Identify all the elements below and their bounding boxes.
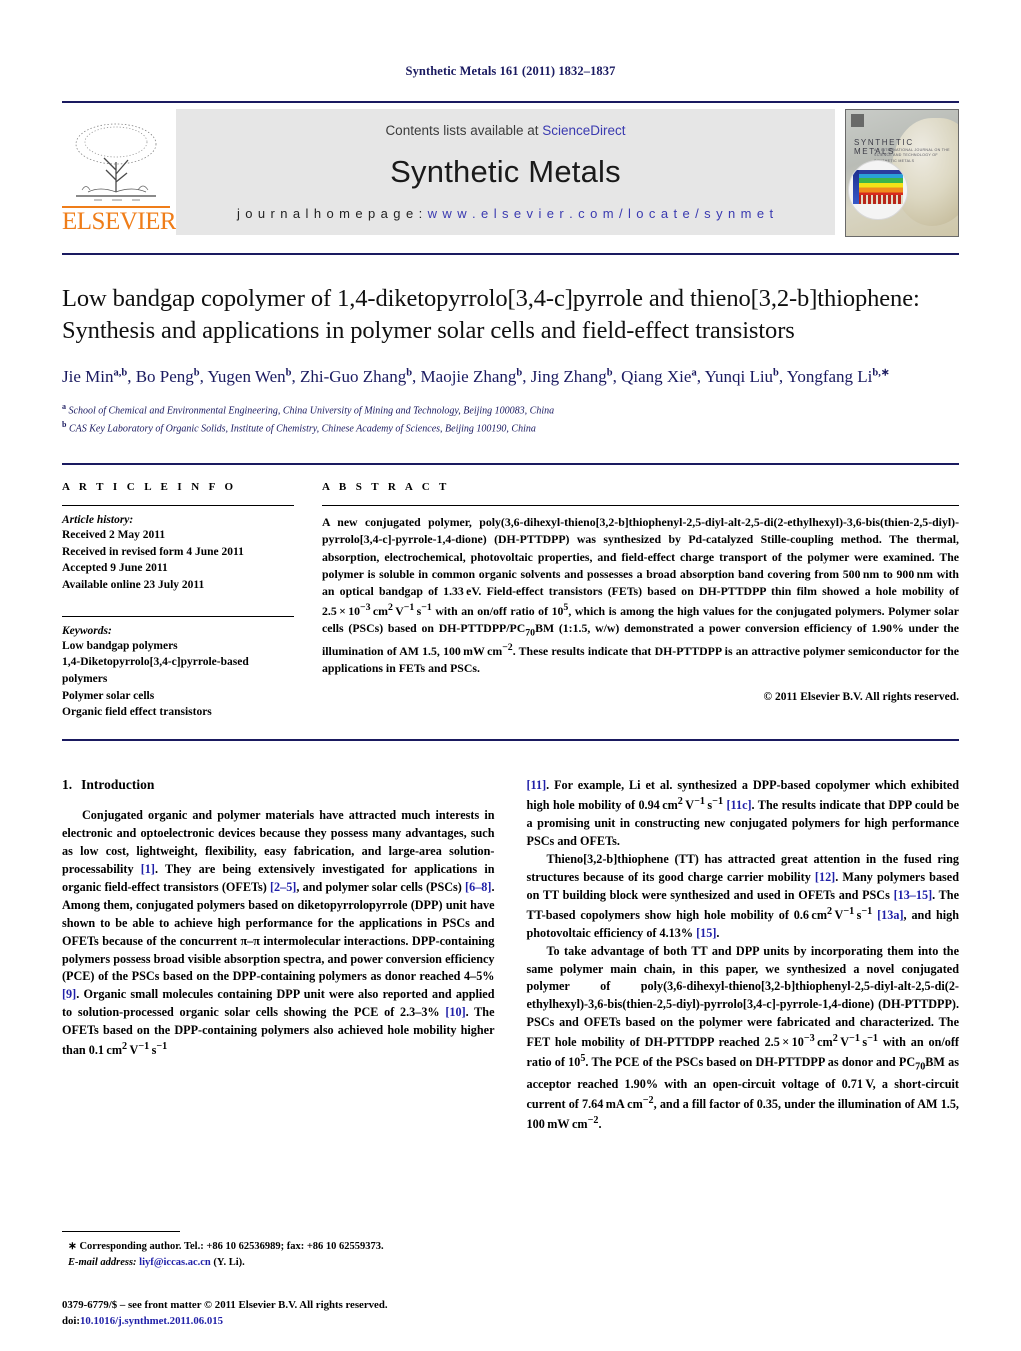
- journal-banner: ELSEVIER Contents lists available at Sci…: [62, 101, 959, 237]
- footnote-area: ∗ Corresponding author. Tel.: +86 10 625…: [62, 1231, 499, 1329]
- homepage-url-link[interactable]: w w w . e l s e v i e r . c o m / l o c …: [428, 206, 774, 221]
- article-info-column: A R T I C L E I N F O Article history: R…: [62, 481, 294, 721]
- elsevier-logo: ELSEVIER: [62, 109, 177, 235]
- cover-publisher-mark: [851, 114, 864, 127]
- keywords-label: Keywords:: [62, 624, 112, 637]
- keywords-block: Keywords: Low bandgap polymers 1,4-Diket…: [62, 615, 294, 721]
- history-online: Available online 23 July 2011: [62, 579, 205, 591]
- cover-blue-bar: [853, 170, 859, 204]
- doi-label: doi:: [62, 1314, 80, 1327]
- article-history-label: Article history:: [62, 513, 134, 526]
- contents-available-line: Contents lists available at ScienceDirec…: [385, 123, 625, 138]
- doi-link[interactable]: 10.1016/j.synthmet.2011.06.015: [80, 1315, 223, 1327]
- elsevier-wordmark: ELSEVIER: [62, 206, 177, 235]
- section-heading-introduction: 1. Introduction: [62, 777, 495, 793]
- abstract-column: A B S T R A C T A new conjugated polymer…: [322, 481, 959, 721]
- cover-inset-circle: [848, 160, 908, 220]
- section-title-text: Introduction: [81, 777, 155, 793]
- email-note: E-mail address: liyf@iccas.ac.cn (Y. Li)…: [62, 1255, 499, 1271]
- history-accepted: Accepted 9 June 2011: [62, 562, 168, 575]
- abstract-heading: A B S T R A C T: [322, 480, 450, 493]
- affiliation-b: b CAS Key Laboratory of Organic Solids, …: [62, 419, 959, 437]
- abstract-text: A new conjugated polymer, poly(3,6-dihex…: [322, 514, 959, 675]
- body-column-left: 1. Introduction Conjugated organic and po…: [62, 777, 495, 1134]
- body-paragraph: Conjugated organic and polymer materials…: [62, 808, 495, 1058]
- author-list: Jie Mina,b, Bo Pengb, Yugen Wenb, Zhi-Gu…: [62, 366, 890, 386]
- banner-center: Contents lists available at ScienceDirec…: [176, 109, 835, 235]
- journal-cover-thumbnail: SYNTHETIC METALS AN INTERNATIONAL JOURNA…: [845, 109, 959, 237]
- history-revised: Received in revised form 4 June 2011: [62, 545, 244, 558]
- keyword-item: Organic field effect transistors: [62, 706, 212, 719]
- contents-prefix: Contents lists available at: [385, 123, 543, 138]
- article-info-rule: [62, 504, 294, 506]
- affiliation-a: a School of Chemical and Environmental E…: [62, 401, 959, 419]
- issn-line: 0379-6779/$ – see front matter © 2011 El…: [62, 1298, 388, 1311]
- abstract-rule: [322, 504, 959, 506]
- sciencedirect-link[interactable]: ScienceDirect: [542, 123, 625, 138]
- keyword-item: 1,4-Diketopyrrolo[3,4-c]pyrrole-based po…: [62, 656, 249, 686]
- running-head: Synthetic Metals 161 (2011) 1832–1837: [405, 64, 616, 78]
- page-title: Low bandgap copolymer of 1,4-diketopyrro…: [62, 285, 920, 344]
- body-paragraph: To take advantage of both TT and DPP uni…: [526, 943, 960, 1131]
- keywords-rule: [62, 615, 294, 617]
- body-columns: 1. Introduction Conjugated organic and po…: [62, 777, 959, 1134]
- body-column-right: [11]. For example, Li et al. synthesized…: [527, 777, 960, 1134]
- affiliation-list: a School of Chemical and Environmental E…: [62, 401, 959, 437]
- affiliation-marker-b: b: [62, 420, 67, 430]
- journal-homepage-line: j o u r n a l h o m e p a g e : w w w . …: [237, 206, 774, 221]
- info-abstract-region: A R T I C L E I N F O Article history: R…: [62, 462, 959, 721]
- history-received: Received 2 May 2011: [62, 528, 166, 541]
- keyword-item: Polymer solar cells: [62, 689, 155, 702]
- elsevier-tree-icon: [75, 123, 157, 201]
- paper-page: Synthetic Metals 161 (2011) 1832–1837 EL…: [0, 0, 1021, 1351]
- cover-spectrum-graphic: [853, 170, 903, 204]
- abstract-copyright: © 2011 Elsevier B.V. All rights reserved…: [763, 691, 959, 704]
- corresponding-author-note: ∗ Corresponding author. Tel.: +86 10 625…: [68, 1241, 384, 1253]
- title-divider: [62, 253, 959, 255]
- abstract-bottom-divider: [62, 739, 959, 742]
- keyword-item: Low bandgap polymers: [62, 639, 178, 652]
- section-number: 1.: [62, 777, 73, 793]
- affiliation-marker-a: a: [62, 402, 66, 412]
- email-suffix: (Y. Li).: [213, 1256, 245, 1268]
- homepage-prefix: j o u r n a l h o m e p a g e :: [236, 206, 428, 221]
- footnote-divider: [62, 1231, 180, 1233]
- doi-line: doi:10.1016/j.synthmet.2011.06.015: [62, 1313, 499, 1329]
- body-paragraph: [11]. For example, Li et al. synthesized…: [526, 778, 960, 848]
- body-paragraph: Thieno[3,2-b]thiophene (TT) has attracte…: [526, 851, 960, 940]
- affiliation-text-b: CAS Key Laboratory of Organic Solids, In…: [68, 423, 536, 435]
- affiliation-text-a: School of Chemical and Environmental Eng…: [68, 405, 555, 417]
- article-info-heading: A R T I C L E I N F O: [62, 480, 237, 493]
- email-link[interactable]: liyf@iccas.ac.cn: [139, 1257, 211, 1268]
- email-label: E-mail address:: [68, 1256, 137, 1268]
- journal-title: Synthetic Metals: [390, 154, 621, 189]
- issn-doi-block: 0379-6779/$ – see front matter © 2011 El…: [62, 1297, 499, 1329]
